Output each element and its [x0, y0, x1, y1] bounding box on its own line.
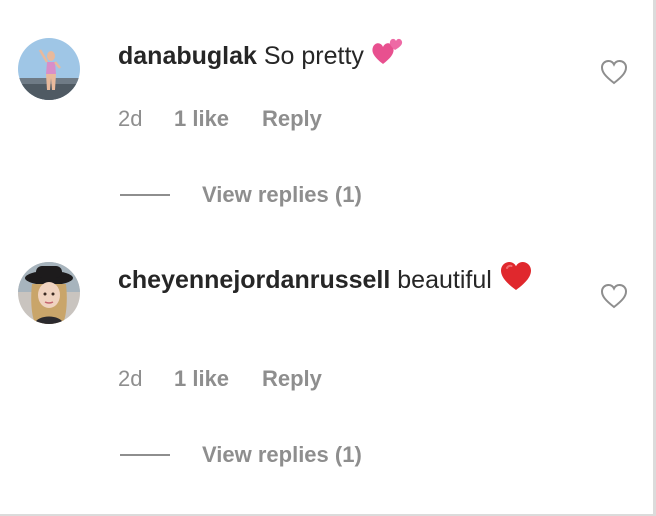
view-replies-label[interactable]: View replies (1) — [202, 440, 362, 470]
comment-meta: 2d 1 like Reply — [118, 106, 322, 132]
comment-body: cheyennejordanrussell beautiful — [118, 260, 568, 303]
avatar-photo — [18, 38, 80, 100]
reply-button[interactable]: Reply — [262, 106, 322, 132]
comment-text: beautiful — [397, 266, 492, 295]
replies-divider — [120, 194, 170, 196]
comment-meta: 2d 1 like Reply — [118, 366, 322, 392]
two-hearts-emoji-icon — [371, 37, 405, 78]
comment-likes[interactable]: 1 like — [174, 366, 262, 392]
red-heart-emoji-icon — [499, 260, 533, 303]
comment-username[interactable]: cheyennejordanrussell — [118, 266, 390, 294]
heart-outline-icon[interactable] — [600, 283, 628, 309]
heart-outline-icon[interactable] — [600, 59, 628, 85]
view-replies-label[interactable]: View replies (1) — [202, 180, 362, 210]
comment-time[interactable]: 2d — [118, 106, 174, 132]
replies-divider — [120, 454, 170, 456]
comment-text: So pretty — [263, 42, 364, 71]
comment-body: danabuglak So pretty — [118, 37, 568, 78]
avatar-photo — [18, 262, 80, 324]
avatar[interactable] — [18, 262, 80, 324]
reply-button[interactable]: Reply — [262, 366, 322, 392]
comment-time[interactable]: 2d — [118, 366, 174, 392]
comment-likes[interactable]: 1 like — [174, 106, 262, 132]
avatar[interactable] — [18, 38, 80, 100]
comment-username[interactable]: danabuglak — [118, 42, 257, 70]
